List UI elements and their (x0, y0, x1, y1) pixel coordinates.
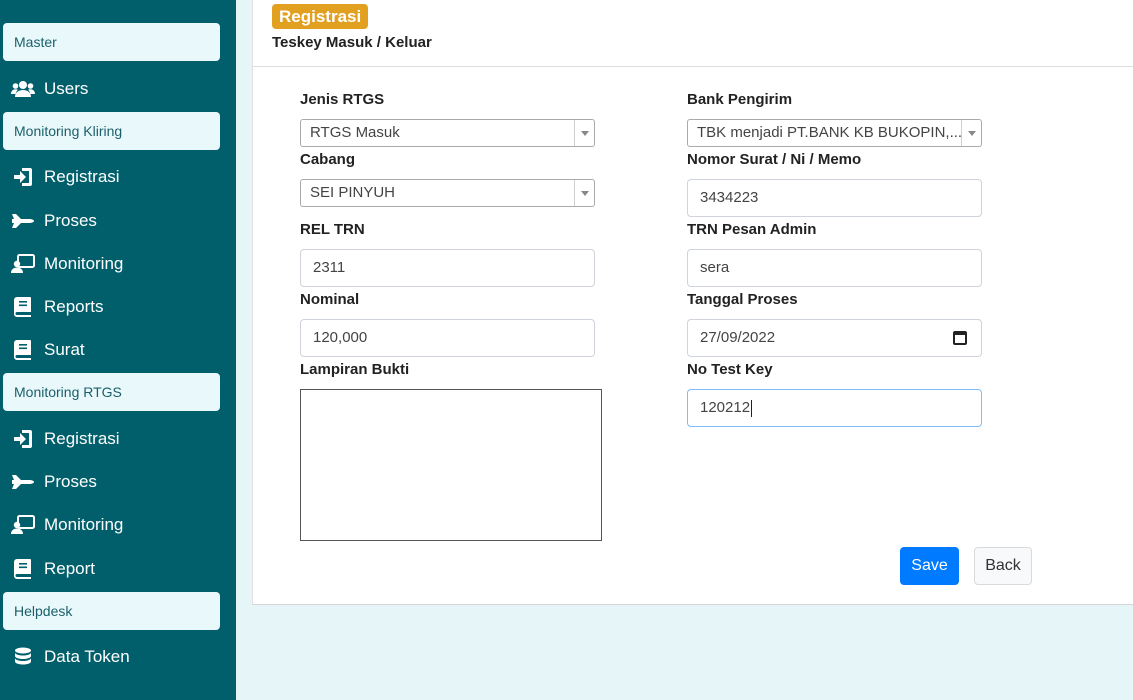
tanggal-proses-value: 27/09/2022 (700, 329, 776, 346)
lampiran-bukti-area[interactable] (300, 389, 602, 541)
nomor-surat-input[interactable]: 3434223 (687, 179, 982, 217)
monitor-user-icon (11, 514, 35, 536)
text-caret (751, 399, 753, 417)
sidebar-item-users[interactable]: Users (11, 75, 88, 103)
card-header: Registrasi Teskey Masuk / Keluar (253, 0, 1133, 67)
page-subtitle: Teskey Masuk / Keluar (272, 34, 432, 51)
no-test-key-value: 120212 (700, 399, 751, 416)
registrasi-card: Registrasi Teskey Masuk / Keluar Jenis R… (252, 0, 1133, 605)
cabang-value: SEI PINYUH (310, 184, 396, 201)
no-test-key-label: No Test Key (687, 361, 773, 378)
sidebar-item-kliring-proses[interactable]: Proses (11, 207, 97, 235)
sidebar-section-helpdesk[interactable]: Helpdesk (3, 592, 220, 630)
sidebar-item-rtgs-monitoring[interactable]: Monitoring (11, 511, 123, 539)
sidebar-item-kliring-surat[interactable]: Surat (11, 336, 85, 364)
fighter-jet-icon (11, 471, 35, 493)
trn-pesan-admin-label: TRN Pesan Admin (687, 221, 817, 238)
trn-pesan-admin-input[interactable]: sera (687, 249, 982, 287)
sidebar-item-kliring-reports[interactable]: Reports (11, 293, 104, 321)
users-icon (11, 78, 35, 100)
sidebar-item-label: Monitoring (44, 515, 124, 534)
sidebar-item-label: Proses (44, 211, 97, 230)
no-test-key-input[interactable]: 120212 (687, 389, 982, 427)
tanggal-proses-label: Tanggal Proses (687, 291, 798, 308)
bank-pengirim-label: Bank Pengirim (687, 91, 793, 108)
chevron-down-icon (961, 120, 981, 146)
sidebar-item-label: Proses (44, 472, 97, 491)
sign-in-icon (11, 166, 35, 188)
sidebar-section-master[interactable]: Master (3, 23, 220, 61)
monitor-user-icon (11, 253, 35, 275)
sidebar-item-rtgs-report[interactable]: Report (11, 555, 95, 583)
sidebar-item-label: Registrasi (44, 429, 120, 448)
sidebar-section-monitoring-rtgs[interactable]: Monitoring RTGS (3, 373, 220, 411)
sidebar-item-label: Surat (44, 340, 85, 359)
jenis-rtgs-select[interactable]: RTGS Masuk (300, 119, 595, 147)
calendar-icon[interactable] (953, 331, 967, 345)
cabang-select[interactable]: SEI PINYUH (300, 179, 595, 207)
sidebar-item-rtgs-proses[interactable]: Proses (11, 468, 97, 496)
jenis-rtgs-value: RTGS Masuk (310, 124, 400, 141)
jenis-rtgs-label: Jenis RTGS (300, 91, 385, 108)
back-button[interactable]: Back (974, 547, 1032, 585)
sidebar-item-label: Users (44, 79, 89, 98)
nomor-surat-label: Nomor Surat / Ni / Memo (687, 151, 862, 168)
book-icon (11, 296, 35, 318)
database-icon (11, 646, 35, 668)
sidebar: Master Users Monitoring Kliring Registra… (0, 0, 236, 700)
chevron-down-icon (574, 120, 594, 146)
sidebar-section-monitoring-kliring[interactable]: Monitoring Kliring (3, 112, 220, 150)
nominal-label: Nominal (300, 291, 360, 308)
sidebar-item-label: Report (44, 559, 96, 578)
bank-pengirim-select[interactable]: TBK menjadi PT.BANK KB BUKOPIN,... (687, 119, 982, 147)
rel-trn-label: REL TRN (300, 221, 365, 238)
sidebar-item-data-token[interactable]: Data Token (11, 643, 130, 671)
sidebar-item-label: Registrasi (44, 167, 120, 186)
sidebar-item-kliring-registrasi[interactable]: Registrasi (11, 163, 120, 191)
book-icon (11, 558, 35, 580)
cabang-label: Cabang (300, 151, 356, 168)
lampiran-bukti-label: Lampiran Bukti (300, 361, 410, 378)
sign-in-icon (11, 428, 35, 450)
chevron-down-icon (574, 180, 594, 206)
sidebar-item-label: Monitoring (44, 254, 124, 273)
sidebar-item-label: Data Token (44, 647, 130, 666)
save-button[interactable]: Save (900, 547, 959, 585)
rel-trn-input[interactable]: 2311 (300, 249, 595, 287)
sidebar-item-rtgs-registrasi[interactable]: Registrasi (11, 425, 120, 453)
nominal-input[interactable]: 120,000 (300, 319, 595, 357)
sidebar-item-kliring-monitoring[interactable]: Monitoring (11, 250, 123, 278)
sidebar-item-label: Reports (44, 297, 104, 316)
fighter-jet-icon (11, 210, 35, 232)
tanggal-proses-input[interactable]: 27/09/2022 (687, 319, 982, 357)
book-icon (11, 339, 35, 361)
page-badge: Registrasi (272, 4, 369, 29)
bank-pengirim-value: TBK menjadi PT.BANK KB BUKOPIN,... (697, 124, 963, 141)
